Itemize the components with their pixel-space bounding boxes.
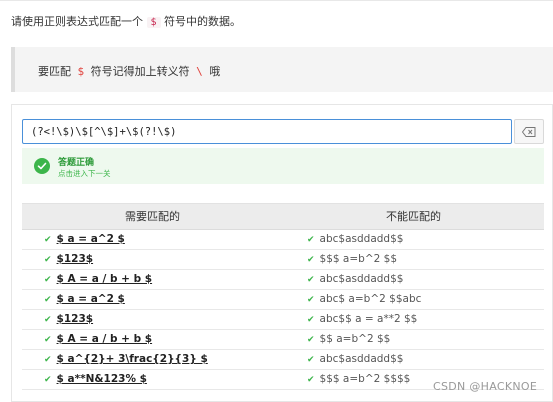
nomatch-text: abc$ a=b^2 $$abc (319, 293, 422, 305)
clear-button[interactable] (514, 119, 544, 144)
check-icon: ✔ (44, 335, 52, 345)
nomatch-text: abc$asddadd$$ (319, 233, 404, 245)
hint-text: 要匹配 $ 符号记得加上转义符 \ 哦 (38, 63, 220, 79)
table-row: ✔ $123$ ✔ abc$$ a = a**2 $$ (22, 310, 544, 330)
top-divider (0, 0, 553, 4)
check-icon: ✔ (307, 295, 315, 305)
match-cell: ✔ $123$ (22, 250, 283, 269)
hint-dollar-symbol: $ (77, 65, 85, 78)
nomatch-cell: ✔ $$ a=b^2 $$ (283, 330, 544, 349)
backspace-icon (522, 126, 536, 137)
check-icon: ✔ (44, 315, 52, 325)
table-row: ✔ $ a^{2}+ 3\frac{2}{3} $ ✔ abc$asddadd$$ (22, 350, 544, 370)
table-header: 需要匹配的 不能匹配的 (22, 204, 544, 230)
check-icon: ✔ (307, 375, 315, 385)
check-icon: ✔ (44, 255, 52, 265)
match-text: $ a = a^2 $ (56, 233, 125, 245)
nomatch-text: $$$ a=b^2 $$$$ (319, 373, 411, 385)
check-icon: ✔ (44, 235, 52, 245)
nomatch-cell: ✔ abc$asddadd$$ (283, 350, 544, 369)
hint-text-after: 哦 (209, 65, 221, 78)
next-level-link[interactable]: 点击进入下一关 (58, 168, 111, 179)
check-icon: ✔ (44, 275, 52, 285)
check-icon: ✔ (307, 335, 315, 345)
check-icon: ✔ (307, 355, 315, 365)
exercise-panel: 答题正确 点击进入下一关 需要匹配的 不能匹配的 ✔ $ a = a^2 $ ✔ ab… (11, 104, 553, 402)
watermark: CSDN @HACKNOE (433, 380, 538, 393)
nomatch-text: abc$$ a = a**2 $$ (319, 313, 418, 325)
match-text: $123$ (56, 313, 94, 325)
match-text: $ a^{2}+ 3\frac{2}{3} $ (56, 353, 208, 365)
test-cases-table: 需要匹配的 不能匹配的 ✔ $ a = a^2 $ ✔ abc$asddadd$$ ✔ $… (22, 203, 544, 390)
nomatch-text: abc$asddadd$$ (319, 353, 404, 365)
nomatch-text: abc$asddadd$$ (319, 273, 404, 285)
header-should-match: 需要匹配的 (125, 210, 180, 223)
prompt-symbol: $ (146, 17, 161, 28)
check-icon: ✔ (44, 295, 52, 305)
table-row: ✔ $123$ ✔ $$$ a=b^2 $$ (22, 250, 544, 270)
check-icon: ✔ (44, 355, 52, 365)
match-text: $ a**N&123% $ (56, 373, 147, 385)
question-prompt: 请使用正则表达式匹配一个 $ 符号中的数据。 (11, 13, 241, 29)
nomatch-cell: ✔ abc$ a=b^2 $$abc (283, 290, 544, 309)
table-row: ✔ $ A = a / b + b $ ✔ $$ a=b^2 $$ (22, 330, 544, 350)
match-text: $123$ (56, 253, 94, 265)
check-icon: ✔ (44, 375, 52, 385)
hint-box: 要匹配 $ 符号记得加上转义符 \ 哦 (11, 47, 553, 92)
hint-backslash-symbol: \ (196, 65, 203, 78)
check-icon: ✔ (307, 275, 315, 285)
match-cell: ✔ $ a^{2}+ 3\frac{2}{3} $ (22, 350, 283, 369)
nomatch-cell: ✔ $$$ a=b^2 $$ (283, 250, 544, 269)
regex-input[interactable] (22, 119, 512, 144)
match-cell: ✔ $ a**N&123% $ (22, 370, 283, 389)
check-icon: ✔ (307, 315, 315, 325)
nomatch-cell: ✔ abc$asddadd$$ (283, 270, 544, 289)
check-circle-icon (34, 158, 50, 174)
hint-text-middle: 符号记得加上转义符 (90, 65, 190, 78)
nomatch-text: $$$ a=b^2 $$ (319, 253, 397, 265)
match-cell: ✔ $ a = a^2 $ (22, 290, 283, 309)
table-row: ✔ $ a = a^2 $ ✔ abc$ a=b^2 $$abc (22, 290, 544, 310)
match-cell: ✔ $ A = a / b + b $ (22, 330, 283, 349)
match-text: $ A = a / b + b $ (56, 333, 153, 345)
header-should-not-match: 不能匹配的 (386, 210, 441, 223)
check-icon: ✔ (307, 255, 315, 265)
match-cell: ✔ $ a = a^2 $ (22, 230, 283, 249)
hint-text-before: 要匹配 (38, 65, 71, 78)
match-text: $ a = a^2 $ (56, 293, 125, 305)
table-row: ✔ $ a = a^2 $ ✔ abc$asddadd$$ (22, 230, 544, 250)
prompt-text-after: 符号中的数据。 (164, 15, 242, 28)
prompt-text-before: 请使用正则表达式匹配一个 (11, 15, 143, 28)
check-icon: ✔ (307, 235, 315, 245)
nomatch-cell: ✔ abc$asddadd$$ (283, 230, 544, 249)
table-body: ✔ $ a = a^2 $ ✔ abc$asddadd$$ ✔ $123$ ✔ $$$ a=b… (22, 230, 544, 390)
match-text: $ A = a / b + b $ (56, 273, 153, 285)
match-cell: ✔ $123$ (22, 310, 283, 329)
table-row: ✔ $ A = a / b + b $ ✔ abc$asddadd$$ (22, 270, 544, 290)
result-title: 答题正确 (58, 158, 95, 168)
nomatch-cell: ✔ abc$$ a = a**2 $$ (283, 310, 544, 329)
match-cell: ✔ $ A = a / b + b $ (22, 270, 283, 289)
result-banner[interactable]: 答题正确 点击进入下一关 (22, 148, 544, 184)
nomatch-text: $$ a=b^2 $$ (319, 333, 391, 345)
